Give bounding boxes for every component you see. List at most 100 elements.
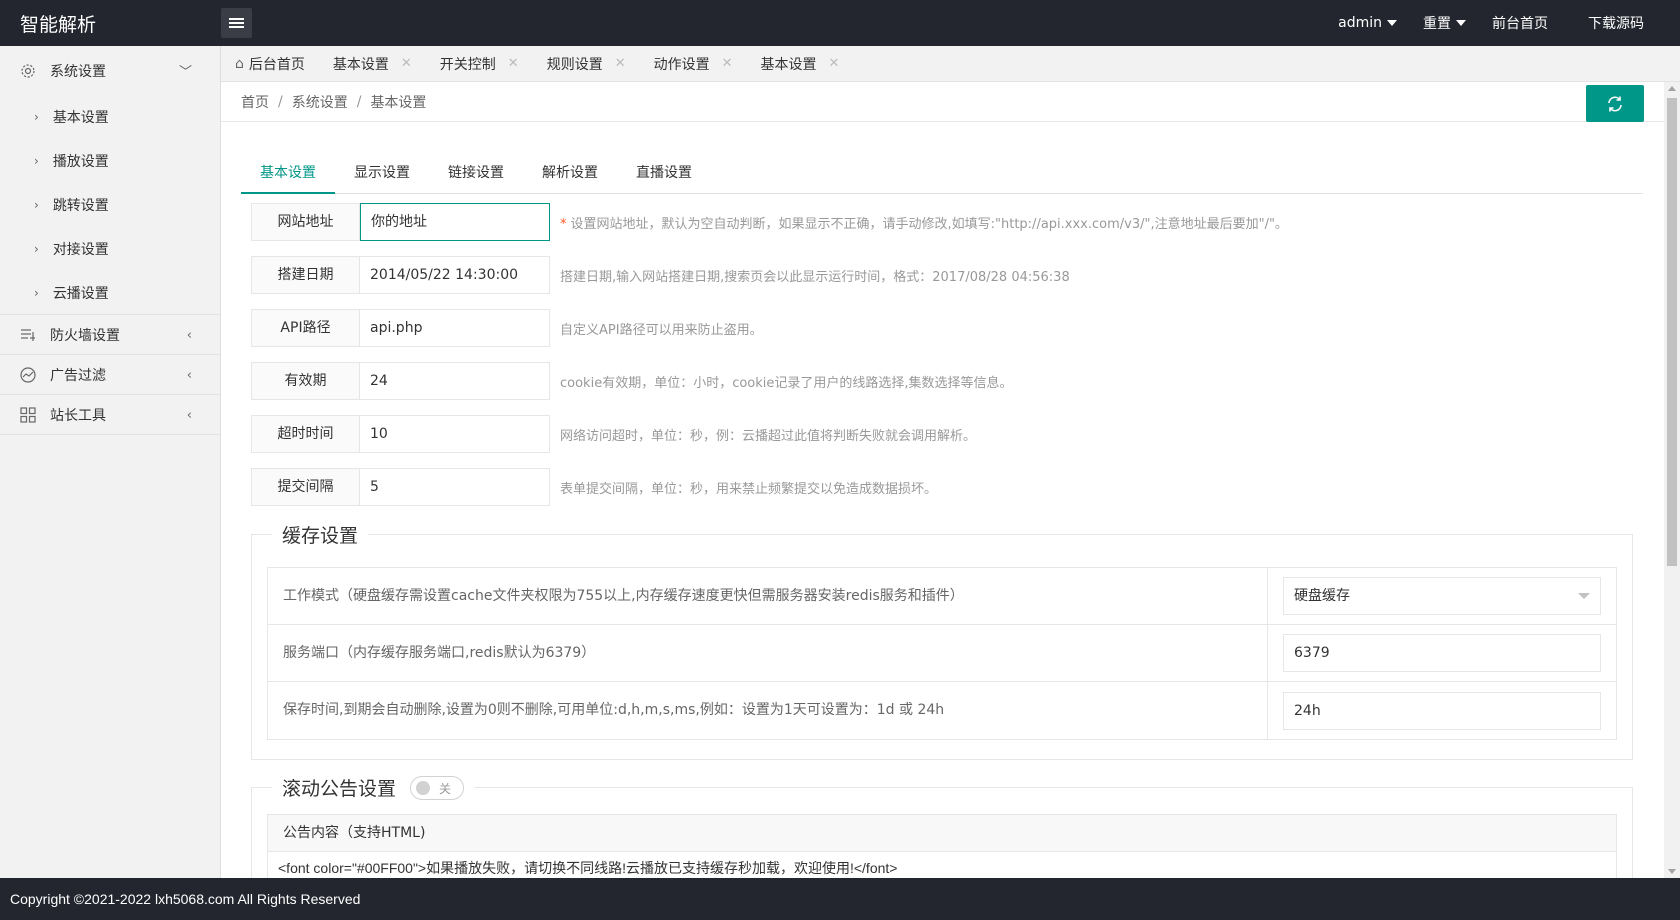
close-icon[interactable]: ✕ <box>401 56 412 71</box>
tab-switch[interactable]: 开关控制 ✕ <box>426 46 533 82</box>
sidebar-item-jump[interactable]: › 跳转设置 <box>0 183 220 227</box>
breadcrumb-item: 基本设置 <box>370 94 427 111</box>
cache-mode-label: 工作模式（硬盘缓存需设置cache文件夹权限为755以上,内存缓存速度更快但需服… <box>268 567 1268 625</box>
chevron-left-icon: ‹ <box>186 328 192 343</box>
table-row: 服务端口（内存缓存服务端口,redis默认为6379） 6379 <box>268 624 1616 682</box>
list-icon <box>21 328 35 341</box>
close-icon[interactable]: ✕ <box>508 56 519 71</box>
toggle-label: 关 <box>439 781 452 796</box>
submit-interval-input[interactable]: 5 <box>360 468 550 506</box>
sidebar-group-firewall[interactable]: 防火墙设置 ‹ <box>0 315 220 355</box>
chevron-right-icon: › <box>34 285 39 300</box>
chevron-down-icon: ﹀ <box>178 65 192 80</box>
breadcrumb-item[interactable]: 系统设置 <box>292 92 348 112</box>
caret-down-icon <box>1387 20 1397 26</box>
sidebar-item-dock[interactable]: › 对接设置 <box>0 227 220 271</box>
field-tip: 表单提交间隔，单位：秒，用来禁止频繁提交以免造成数据损坏。 <box>560 481 938 497</box>
download-link[interactable]: 下载源码 <box>1588 13 1644 33</box>
form-row-timeout: 超时时间 10 网络访问超时，单位：秒，例：云播超过此值将判断失败就会调用解析。 <box>251 415 976 453</box>
top-bar: 智能解析 admin 重置 前台首页 下载源码 <box>0 0 1680 46</box>
sidebar-group-label: 系统设置 <box>50 63 106 80</box>
close-icon[interactable]: ✕ <box>722 56 733 71</box>
scroll-thumb[interactable] <box>1667 98 1677 566</box>
menu-toggle-button[interactable] <box>221 8 252 38</box>
settings-subtabs: 基本设置 显示设置 链接设置 解析设置 直播设置 <box>241 152 1643 194</box>
scrollbar[interactable] <box>1664 82 1680 878</box>
sidebar-group-system[interactable]: 系统设置 ﹀ <box>0 46 220 95</box>
sidebar-group-tools[interactable]: 站长工具 ‹ <box>0 395 220 435</box>
notice-toggle[interactable]: 关 <box>410 775 465 800</box>
close-icon[interactable]: ✕ <box>829 56 840 71</box>
field-tip: 自定义API路径可以用来防止盗用。 <box>560 322 763 338</box>
user-name: admin <box>1338 15 1382 31</box>
refresh-button[interactable] <box>1586 85 1644 122</box>
sidebar-item-basic[interactable]: › 基本设置 <box>0 95 220 139</box>
main-content: 首页 / 系统设置 / 基本设置 基本设置 显示设置 链接设置 解析设置 直播设… <box>221 82 1664 907</box>
site-url-input[interactable]: 你的地址 <box>360 203 550 241</box>
reset-label: 重置 <box>1423 16 1451 32</box>
grid-icon <box>20 406 36 423</box>
build-date-input[interactable]: 2014/05/22 14:30:00 <box>360 256 550 294</box>
timeout-input[interactable]: 10 <box>360 415 550 453</box>
subtab-display[interactable]: 显示设置 <box>335 152 429 194</box>
user-menu[interactable]: admin <box>1338 15 1397 31</box>
subtab-basic[interactable]: 基本设置 <box>241 152 335 194</box>
expiry-input[interactable]: 24 <box>360 362 550 400</box>
chevron-left-icon: ‹ <box>186 368 192 383</box>
notice-settings-title: 滚动公告设置 关 <box>272 774 475 801</box>
form-row-site-url: 网站地址 你的地址 * 设置网站地址，默认为空自动判断，如果显示不正确，请手动修改… <box>251 203 1288 241</box>
sidebar-item-play[interactable]: › 播放设置 <box>0 139 220 183</box>
app-logo: 智能解析 <box>20 14 97 36</box>
cache-ttl-input[interactable]: 24h <box>1283 691 1601 730</box>
subtab-parse[interactable]: 解析设置 <box>523 152 617 194</box>
sidebar-group-label: 站长工具 <box>50 407 106 424</box>
field-label: 搭建日期 <box>251 256 360 294</box>
tab-basic-2[interactable]: 基本设置 ✕ <box>747 46 854 82</box>
cache-port-input[interactable]: 6379 <box>1283 634 1601 672</box>
refresh-icon <box>1608 96 1622 111</box>
field-tip: 网络访问超时，单位：秒，例：云播超过此值将判断失败就会调用解析。 <box>560 428 977 444</box>
breadcrumb-item[interactable]: 首页 <box>241 92 269 112</box>
required-mark: * <box>560 216 567 232</box>
form-row-build-date: 搭建日期 2014/05/22 14:30:00 搭建日期,输入网站搭建日期,搜… <box>251 256 1070 294</box>
form-row-submit-interval: 提交间隔 5 表单提交间隔，单位：秒，用来禁止频繁提交以免造成数据损坏。 <box>251 468 937 506</box>
gear-icon <box>21 63 35 78</box>
caret-down-icon <box>1456 20 1466 26</box>
home-icon: ⌂ <box>235 55 244 72</box>
cache-mode-select[interactable]: 硬盘缓存 <box>1283 577 1601 615</box>
field-tip: 设置网站地址，默认为空自动判断，如果显示不正确，请手动修改,如填写:"http:… <box>570 216 1288 232</box>
chevron-right-icon: › <box>34 154 39 168</box>
scroll-down-icon[interactable] <box>1668 869 1676 874</box>
cache-ttl-label: 保存时间,到期会自动删除,设置为0则不删除,可用单位:d,h,m,s,ms,例如… <box>268 682 1268 739</box>
field-label: 有效期 <box>251 362 360 400</box>
table-row: 保存时间,到期会自动删除,设置为0则不删除,可用单位:d,h,m,s,ms,例如… <box>268 682 1616 739</box>
api-path-input[interactable]: api.php <box>360 309 550 347</box>
chevron-right-icon: › <box>34 198 39 212</box>
field-label: 网站地址 <box>251 203 360 241</box>
sidebar-item-cloud[interactable]: › 云播设置 <box>0 271 220 315</box>
cache-settings-fieldset: 缓存设置 工作模式（硬盘缓存需设置cache文件夹权限为755以上,内存缓存速度… <box>251 521 1633 760</box>
tab-actions[interactable]: 动作设置 ✕ <box>640 46 747 82</box>
scroll-up-icon[interactable] <box>1668 86 1676 91</box>
tab-basic[interactable]: 基本设置 ✕ <box>319 46 426 82</box>
cache-settings-title: 缓存设置 <box>272 521 369 548</box>
sidebar-group-label: 防火墙设置 <box>50 327 120 344</box>
cache-table: 工作模式（硬盘缓存需设置cache文件夹权限为755以上,内存缓存速度更快但需服… <box>267 567 1617 740</box>
field-label: 超时时间 <box>251 415 360 453</box>
subtab-links[interactable]: 链接设置 <box>429 152 523 194</box>
subtab-live[interactable]: 直播设置 <box>617 152 711 194</box>
hamburger-icon <box>229 18 244 20</box>
front-home-link[interactable]: 前台首页 <box>1492 13 1548 33</box>
table-row: 工作模式（硬盘缓存需设置cache文件夹权限为755以上,内存缓存速度更快但需服… <box>268 567 1616 625</box>
tab-rules[interactable]: 规则设置 ✕ <box>533 46 640 82</box>
reset-menu[interactable]: 重置 <box>1423 13 1466 33</box>
tab-home[interactable]: ⌂ 后台首页 <box>221 46 319 82</box>
field-tip: 搭建日期,输入网站搭建日期,搜索页会以此显示运行时间，格式：2017/08/28… <box>560 269 1070 285</box>
field-tip: cookie有效期，单位：小时，cookie记录了用户的线路选择,集数选择等信息… <box>560 375 1013 391</box>
close-icon[interactable]: ✕ <box>615 56 626 71</box>
notice-content-header: 公告内容（支持HTML) <box>268 815 1616 852</box>
chevron-right-icon: › <box>34 110 39 124</box>
caret-down-icon <box>1578 593 1590 599</box>
field-label: API路径 <box>251 309 360 347</box>
sidebar-group-ad-filter[interactable]: 广告过滤 ‹ <box>0 355 220 395</box>
